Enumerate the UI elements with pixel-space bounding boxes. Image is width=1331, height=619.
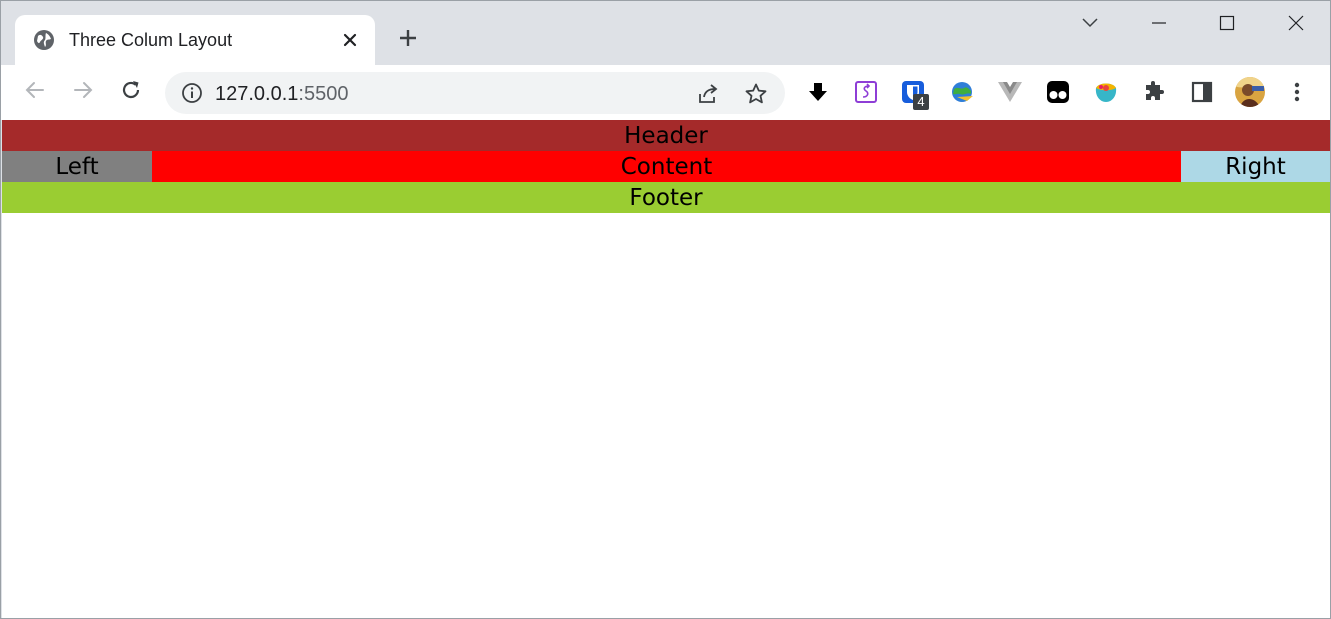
tab-strip: Three Colum Layout xyxy=(1,1,1330,65)
download-arrow-icon[interactable] xyxy=(804,78,832,106)
chevron-down-icon xyxy=(1081,16,1099,34)
header-label: Header xyxy=(624,122,708,149)
browser-window: Three Colum Layout 127.0.0.1:5500 4 Head… xyxy=(0,0,1331,619)
left-label: Left xyxy=(55,153,99,180)
forward-arrow-icon xyxy=(72,79,94,106)
left-column: Left xyxy=(2,151,152,182)
maximize-button[interactable] xyxy=(1204,9,1250,41)
three-column-row: Left Content Right xyxy=(2,151,1330,182)
minimize-icon xyxy=(1151,15,1167,36)
bitwarden-badge: 4 xyxy=(913,94,929,110)
url-text[interactable]: 127.0.0.1:5500 xyxy=(215,83,348,106)
new-tab-button[interactable] xyxy=(391,23,425,57)
bitwarden-icon[interactable]: 4 xyxy=(899,78,929,110)
tab-search-button[interactable] xyxy=(1067,9,1113,41)
tampermonkey-icon[interactable] xyxy=(1044,78,1072,106)
page-viewport: Header Left Content Right Footer xyxy=(2,120,1330,618)
right-label: Right xyxy=(1225,153,1286,180)
forward-button[interactable] xyxy=(65,74,101,110)
share-icon[interactable] xyxy=(695,81,721,107)
back-arrow-icon xyxy=(24,79,46,106)
close-icon[interactable] xyxy=(337,27,363,53)
footer-label: Footer xyxy=(629,184,703,211)
url-host: 127.0.0.1 xyxy=(215,83,299,105)
idm-globe-icon[interactable] xyxy=(948,78,976,106)
close-icon xyxy=(1288,15,1304,36)
address-bar[interactable]: 127.0.0.1:5500 xyxy=(165,72,785,114)
toolbar: 127.0.0.1:5500 4 xyxy=(1,65,1330,120)
reload-icon xyxy=(120,79,142,106)
close-window-button[interactable] xyxy=(1273,9,1319,41)
kebab-menu-icon[interactable] xyxy=(1283,78,1311,106)
star-icon[interactable] xyxy=(743,81,769,107)
tab-title: Three Colum Layout xyxy=(69,30,233,50)
url-port: :5500 xyxy=(298,83,349,105)
profile-avatar[interactable] xyxy=(1233,75,1267,109)
page-footer: Footer xyxy=(2,182,1330,213)
minimize-button[interactable] xyxy=(1136,9,1182,41)
side-panel-icon[interactable] xyxy=(1188,78,1216,106)
info-icon[interactable] xyxy=(181,82,203,104)
purple-extension-icon[interactable] xyxy=(852,78,880,106)
page-header: Header xyxy=(2,120,1330,151)
right-column: Right xyxy=(1181,151,1330,182)
content-label: Content xyxy=(620,153,713,180)
content-column: Content xyxy=(152,151,1181,182)
reload-button[interactable] xyxy=(113,74,149,110)
plus-icon xyxy=(398,28,418,53)
vue-devtools-icon[interactable] xyxy=(996,78,1024,106)
colorful-ext-icon[interactable] xyxy=(1092,78,1120,106)
maximize-icon xyxy=(1219,15,1235,36)
active-tab[interactable]: Three Colum Layout xyxy=(15,15,375,65)
globe-icon xyxy=(33,29,55,51)
back-button[interactable] xyxy=(17,74,53,110)
puzzle-extensions-icon[interactable] xyxy=(1140,78,1168,106)
